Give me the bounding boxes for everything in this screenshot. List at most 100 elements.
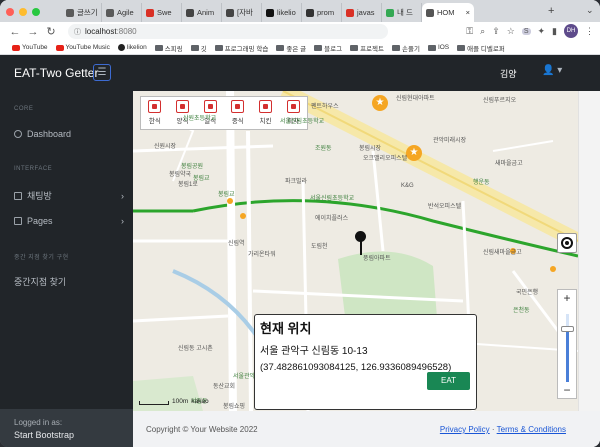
bookmark-item[interactable]: YouTube Music (55, 44, 110, 51)
sidebar-item-dashboard[interactable]: Dashboard (14, 129, 124, 139)
minimize-window-button[interactable] (19, 8, 27, 16)
bookmark-item[interactable]: likelion (117, 44, 147, 51)
address-bar[interactable]: ⓘ localhost:8080 (68, 24, 388, 39)
map-place-label[interactable]: 신림현대아파트 (396, 93, 435, 102)
browser-tab[interactable]: 글쓰기 (62, 3, 102, 22)
map-place-label[interactable]: 신림푸르지오 (483, 95, 516, 104)
back-icon[interactable]: ← (6, 26, 24, 38)
brand-title[interactable]: EAT-Two Getter (14, 66, 98, 80)
browser-tab[interactable]: javas (342, 3, 382, 22)
map-place-label[interactable]: 신림새마을금고 (483, 247, 522, 256)
map-place-label[interactable]: 도림천 (311, 241, 328, 250)
map-view[interactable]: 한식 양식 일식 중식 치킨 피자 신림현대아파트 신림푸르지오 펜트하우스 신원시장 상원초등학… (133, 91, 578, 411)
vertical-scrollbar[interactable] (578, 91, 600, 411)
map-place-label[interactable]: 풍림아파트 (363, 253, 391, 262)
browser-tab[interactable]: Agile (102, 3, 142, 22)
map-place-label[interactable]: 봉림교 (218, 189, 235, 198)
extension-s-icon[interactable]: S (521, 27, 531, 35)
browser-tab[interactable]: likelio (262, 3, 302, 22)
map-place-label[interactable]: 은천동 (513, 305, 530, 314)
site-info-icon[interactable]: ⓘ (74, 27, 81, 37)
browser-tab[interactable]: Anim (182, 3, 222, 22)
map-place-label[interactable]: 서울신림초등학교 (280, 116, 324, 125)
map-place-label[interactable]: 가리온타워 (248, 249, 276, 258)
map-place-label[interactable]: 파크빌라 (285, 176, 307, 185)
sidebar-item-midpoint[interactable]: 중간지점 찾기 (14, 275, 124, 288)
bookmark-item[interactable]: 깃 (190, 43, 207, 53)
bookmark-item[interactable]: 좋은 글 (276, 43, 306, 53)
map-place-label[interactable]: 펜트하우스 (311, 101, 339, 110)
map-place-label[interactable]: 행운동 (473, 177, 490, 186)
browser-tab[interactable]: [자바 (222, 3, 262, 22)
extensions-icon[interactable]: ✦ (538, 26, 546, 37)
sidepanel-icon[interactable]: ▮ (552, 26, 557, 37)
terms-link[interactable]: Terms & Conditions (497, 425, 566, 434)
browser-tab[interactable]: Swe (142, 3, 182, 22)
favorite-star-icon[interactable]: ★ (406, 145, 422, 161)
map-place-label[interactable]: K&G (401, 183, 414, 189)
new-tab-button[interactable]: + (548, 5, 554, 17)
forward-icon[interactable]: → (24, 26, 42, 38)
map-place-label[interactable]: 반석오피스텔 (428, 201, 461, 210)
browser-tab[interactable]: prom (302, 3, 342, 22)
category-label: 중식 (231, 118, 244, 125)
map-place-label[interactable]: 국민은행 (516, 287, 538, 296)
eat-button[interactable]: EAT (427, 372, 470, 390)
map-place-label[interactable]: 봉림1로 (178, 179, 198, 188)
scale-label: 100m (172, 398, 189, 405)
tab-label: Anim (197, 8, 215, 17)
zoom-icon[interactable]: ⌕ (480, 26, 485, 37)
map-place-label[interactable]: 신림동 고시촌 (178, 343, 213, 352)
bookmark-item[interactable]: 손풀기 (391, 43, 420, 53)
bookmark-item[interactable]: 프로그래밍 학습 (214, 43, 269, 53)
map-place-label[interactable]: 오크밸리오피스텔 (363, 153, 407, 162)
category-button[interactable]: 치킨 (255, 100, 275, 129)
privacy-policy-link[interactable]: Privacy Policy (440, 425, 490, 434)
map-place-label[interactable]: 에이치플러스 (315, 213, 348, 222)
zoom-out-button[interactable]: − (558, 382, 576, 398)
map-place-label[interactable]: 관악미래시장 (433, 135, 466, 144)
favorite-star-icon[interactable]: ★ (372, 95, 388, 111)
map-place-label[interactable]: 서울신림초등학교 (310, 193, 354, 202)
bookmark-item[interactable]: 프로젝트 (350, 43, 384, 53)
bookmark-item[interactable]: 스피링 (154, 43, 183, 53)
map-place-label[interactable]: 봉림쇼핑 (223, 401, 245, 410)
category-label: 치킨 (259, 118, 272, 125)
map-place-label[interactable]: 상원초등학교 (183, 113, 216, 122)
user-menu-icon[interactable]: 👤 ▾ (542, 65, 562, 76)
browser-tab[interactable]: 내 드 (382, 3, 422, 22)
tab-label: HOM (437, 8, 455, 17)
bookmark-item[interactable]: YouTube (12, 44, 48, 51)
map-place-label[interactable]: 봉림약국 (169, 169, 191, 178)
map-place-label[interactable]: 조원동 (315, 143, 332, 152)
map-place-label[interactable]: 신원시장 (154, 141, 176, 150)
sidebar-item-pages[interactable]: Pages › (14, 216, 124, 226)
category-button[interactable]: 중식 (228, 100, 248, 129)
reload-icon[interactable]: ↻ (42, 25, 60, 38)
bookmark-item[interactable]: IOS (427, 44, 449, 51)
map-place-label[interactable]: 동산교회 (213, 381, 235, 390)
map-place-label[interactable]: 봉림시장 (359, 143, 381, 152)
bookmark-label: 프로그래밍 학습 (224, 45, 269, 53)
category-button[interactable]: 한식 (145, 100, 165, 129)
bookmark-star-icon[interactable]: ☆ (507, 26, 515, 37)
maximize-window-button[interactable] (32, 8, 40, 16)
my-location-button[interactable] (557, 233, 577, 253)
more-menu-icon[interactable]: ⋮ (585, 26, 594, 37)
close-window-button[interactable] (6, 8, 14, 16)
bookmark-item[interactable]: 블로그 (314, 43, 342, 53)
bookmark-item[interactable]: 애플 디벨로퍼 (457, 43, 505, 53)
sidebar-item-chat[interactable]: 채팅방 › (14, 189, 124, 202)
tab-search-icon[interactable]: ⌄ (586, 5, 594, 16)
map-place-label[interactable]: 신림역 (228, 238, 245, 247)
zoom-in-button[interactable]: + (558, 290, 576, 306)
browser-tab[interactable]: HOM × (422, 3, 474, 22)
profile-avatar[interactable]: DH (564, 24, 578, 38)
close-tab-icon[interactable]: × (466, 8, 470, 17)
share-icon[interactable]: ⇪ (492, 26, 500, 37)
key-icon[interactable]: ⚿ (466, 26, 473, 37)
sidebar-toggle-button[interactable]: ☰ (93, 64, 111, 81)
tab-favicon-icon (186, 8, 194, 17)
map-place-label[interactable]: 새마을금고 (495, 158, 523, 167)
zoom-slider-handle[interactable] (561, 326, 574, 332)
